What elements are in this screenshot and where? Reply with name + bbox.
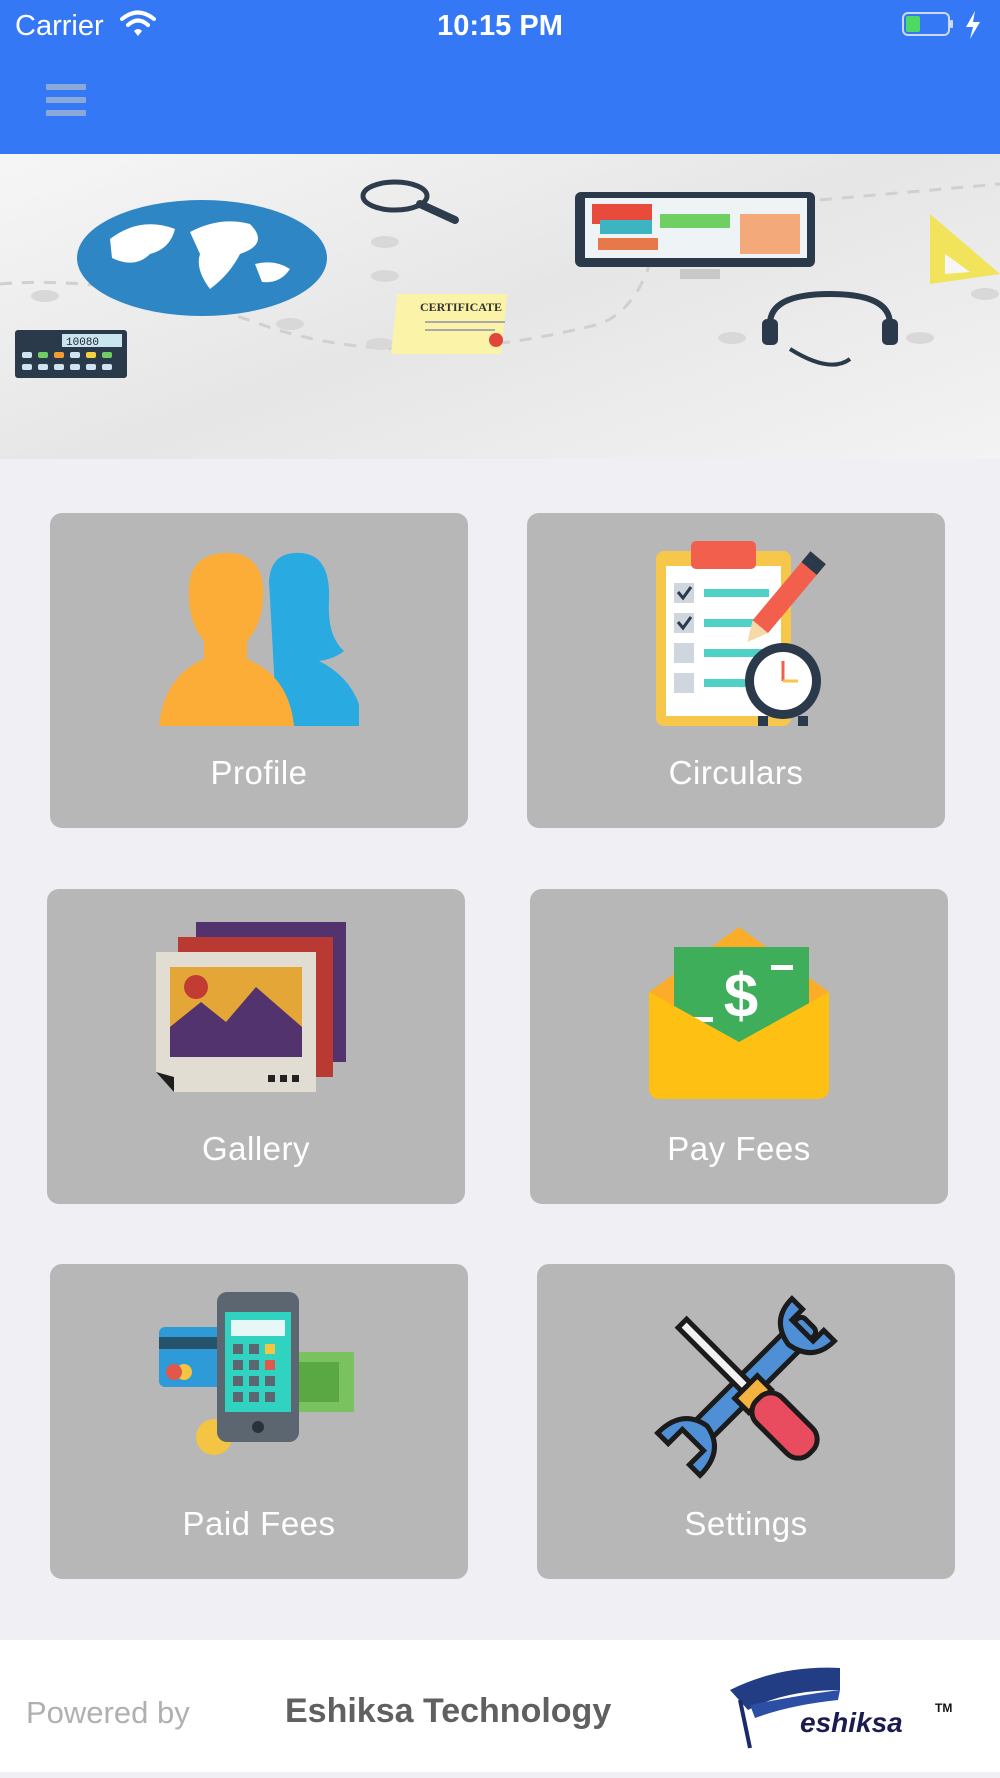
profile-icon <box>159 552 359 726</box>
profile-tile[interactable]: Profile <box>50 513 468 828</box>
globe-icon <box>77 200 327 316</box>
profile-label: Profile <box>210 754 308 791</box>
gallery-tile[interactable]: Gallery <box>47 889 465 1204</box>
circulars-label: Circulars <box>668 754 804 791</box>
settings-tile[interactable]: Settings <box>537 1264 955 1579</box>
svg-text:TM: TM <box>935 1701 952 1715</box>
set-square-icon <box>930 214 1000 284</box>
navigation-bar <box>0 50 1000 154</box>
pay-fees-icon: $ <box>649 927 829 1099</box>
svg-text:eshiksa: eshiksa <box>800 1707 903 1738</box>
gallery-icon <box>156 922 346 1092</box>
settings-label: Settings <box>684 1505 808 1542</box>
paid-fees-icon <box>159 1292 354 1455</box>
circulars-tile[interactable]: Circulars <box>527 513 945 828</box>
svg-text:$: $ <box>724 962 758 1031</box>
certificate-icon: CERTIFICATE <box>390 294 508 354</box>
paid-fees-tile[interactable]: Paid Fees <box>50 1264 468 1579</box>
svg-text:CERTIFICATE: CERTIFICATE <box>420 300 502 314</box>
settings-icon <box>654 1295 838 1479</box>
powered-by-label: Powered by <box>26 1695 190 1730</box>
eshiksa-logo: eshiksa TM <box>730 1667 952 1749</box>
status-bar: Carrier 10:15 PM <box>0 0 1000 50</box>
magnifier-icon <box>360 179 459 224</box>
hamburger-menu-icon[interactable] <box>46 84 86 118</box>
paid-fees-label: Paid Fees <box>182 1505 336 1542</box>
pay-fees-tile[interactable]: $ Pay Fees <box>530 889 948 1204</box>
clock-time: 10:15 PM <box>437 10 563 42</box>
headphones-icon <box>762 290 898 367</box>
banner-artwork: CERTIFICATE 10080 <box>0 179 1000 378</box>
battery-icon <box>902 12 953 36</box>
pay-fees-label: Pay Fees <box>667 1130 811 1167</box>
charging-bolt-icon <box>966 11 980 39</box>
company-name: Eshiksa Technology <box>285 1692 612 1730</box>
gallery-label: Gallery <box>201 1130 311 1167</box>
banner-illustration: CERTIFICATE 10080 <box>0 154 1000 459</box>
footer: Powered by Eshiksa Technology eshiksa TM <box>0 1640 1000 1772</box>
svg-text:10080: 10080 <box>66 337 99 349</box>
circulars-icon <box>656 541 826 726</box>
monitor-icon <box>575 192 815 279</box>
calculator-icon: 10080 <box>15 330 127 378</box>
